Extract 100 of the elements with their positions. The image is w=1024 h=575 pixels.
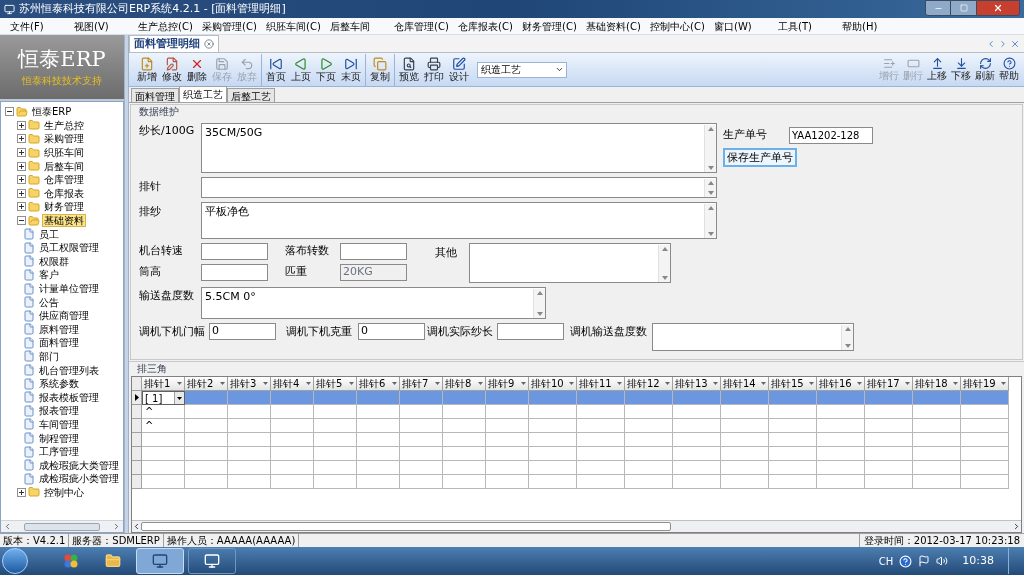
tree-item[interactable]: 计量单位管理	[37, 282, 101, 295]
start-button[interactable]	[2, 548, 28, 574]
clock[interactable]: 10:38	[962, 552, 994, 570]
toolbar-button[interactable]: 修改	[160, 53, 184, 86]
toolbar-button[interactable]: 设计	[447, 53, 471, 86]
tree-item[interactable]: 面料管理	[37, 336, 81, 350]
expand-toggle[interactable]	[17, 175, 26, 185]
scrollbar[interactable]	[841, 325, 853, 350]
column-header[interactable]: 排针2	[185, 377, 228, 391]
input-field[interactable]	[497, 323, 564, 340]
tree-item[interactable]: 制程管理	[37, 431, 81, 445]
tree-item[interactable]: 成检瑕疵大类管理	[37, 458, 121, 472]
text-area[interactable]	[652, 323, 854, 351]
menu-item[interactable]: 生产总控(C)	[134, 18, 196, 34]
toolbar-button[interactable]: 下页	[314, 53, 338, 86]
column-header[interactable]: 排针9	[486, 377, 529, 391]
scrollbar[interactable]	[704, 125, 716, 172]
expand-toggle[interactable]	[17, 148, 26, 158]
toolbar-button[interactable]: 帮助	[998, 53, 1020, 86]
menu-item[interactable]: 控制中心(C)	[646, 18, 708, 34]
text-area[interactable]	[201, 177, 717, 198]
expand-toggle[interactable]	[17, 120, 26, 130]
column-header[interactable]: 排针19	[961, 377, 1009, 391]
close-button[interactable]	[976, 0, 1020, 16]
tree-item[interactable]: 供应商管理	[37, 309, 91, 323]
toolbar-button[interactable]: 打印	[422, 53, 446, 86]
menu-item[interactable]: 帮助(H)	[838, 18, 900, 34]
tree-item[interactable]: 报表模板管理	[37, 390, 101, 404]
tree-item[interactable]: 后整车间	[42, 159, 86, 173]
scroll-left-icon[interactable]	[986, 38, 996, 49]
tree-item[interactable]: 报表管理	[37, 404, 81, 418]
menu-item[interactable]: 文件(F)	[6, 18, 68, 34]
tree-item[interactable]: 公告	[37, 295, 61, 309]
tree-item[interactable]: 织胚车间	[42, 146, 86, 160]
tree-item[interactable]: 客户	[37, 268, 61, 282]
column-header[interactable]: 排针6	[357, 377, 400, 391]
flag-icon[interactable]	[918, 555, 931, 567]
toolbar-button[interactable]: 下移	[950, 53, 972, 86]
column-header[interactable]: 排针15	[769, 377, 817, 391]
toolbar-button[interactable]: 上移	[926, 53, 948, 86]
taskbar-button[interactable]	[188, 548, 236, 574]
horizontal-scrollbar[interactable]	[132, 520, 1021, 532]
tree-item[interactable]: 工序管理	[37, 445, 81, 459]
tree-item[interactable]: 仓库报表	[42, 186, 86, 200]
input-field[interactable]: YAA1202-128	[789, 127, 873, 144]
text-area[interactable]	[469, 243, 671, 283]
speaker-icon[interactable]	[936, 555, 949, 567]
horizontal-scrollbar[interactable]	[1, 520, 123, 532]
column-header[interactable]: 排针5	[314, 377, 357, 391]
expand-toggle[interactable]	[17, 188, 26, 198]
menu-item[interactable]: 后整车间	[326, 18, 388, 34]
scrollbar[interactable]	[533, 289, 545, 318]
tree-item[interactable]: 系统参数	[37, 377, 81, 391]
menu-item[interactable]: 视图(V)	[70, 18, 132, 34]
text-area[interactable]: 35CM/50G	[201, 123, 717, 173]
tree-item[interactable]: 员工权限管理	[37, 241, 101, 255]
toolbar-button[interactable]: 首页	[264, 53, 288, 86]
dropdown[interactable]: 织造工艺	[477, 61, 567, 78]
tree-item[interactable]: 恒泰ERP	[30, 105, 74, 119]
scrollbar[interactable]	[704, 204, 716, 238]
maximize-button[interactable]	[951, 0, 976, 16]
close-icon[interactable]	[1010, 38, 1020, 49]
text-area[interactable]: 平板净色	[201, 202, 717, 239]
column-header[interactable]: 排针14	[721, 377, 769, 391]
menu-item[interactable]: 基础资料(C)	[582, 18, 644, 34]
tab[interactable]: 后整工艺	[227, 88, 275, 102]
input-field[interactable]	[340, 243, 407, 260]
dropdown-button[interactable]	[174, 392, 184, 404]
expand-toggle[interactable]	[17, 161, 26, 171]
language-indicator[interactable]: CH	[878, 553, 894, 569]
menu-item[interactable]: 采购管理(C)	[198, 18, 260, 34]
expand-toggle[interactable]	[17, 134, 26, 144]
tree-item[interactable]: 员工	[37, 227, 61, 241]
column-header[interactable]: 排针1	[142, 377, 185, 391]
tree-item[interactable]: 财务管理	[42, 200, 86, 214]
menu-item[interactable]: 财务管理(C)	[518, 18, 580, 34]
input-field[interactable]: 0	[358, 323, 425, 340]
scroll-right-icon[interactable]	[998, 38, 1008, 49]
toolbar-button[interactable]: 末页	[339, 53, 363, 86]
tab[interactable]: 织造工艺	[179, 86, 227, 102]
column-header[interactable]: 排针18	[913, 377, 961, 391]
document-tab[interactable]: 面料管理明细	[129, 35, 219, 52]
expand-toggle[interactable]	[17, 202, 26, 212]
collapse-toggle[interactable]	[5, 107, 14, 117]
tree-item[interactable]: 基础资料	[42, 214, 86, 228]
menu-item[interactable]: 仓库报表(C)	[454, 18, 516, 34]
column-header[interactable]: 排针11	[577, 377, 625, 391]
tree-item[interactable]: 控制中心	[42, 485, 86, 499]
tree-item[interactable]: 生产总控	[42, 118, 86, 132]
toolbar-button[interactable]: 刷新	[974, 53, 996, 86]
tree-item[interactable]: 权限群	[37, 254, 71, 268]
collapse-toggle[interactable]	[17, 216, 26, 226]
menu-item[interactable]: 织胚车间(C)	[262, 18, 324, 34]
tree-item[interactable]: 车间管理	[37, 417, 81, 431]
save-order-number-button[interactable]: 保存生产单号	[723, 148, 797, 167]
help-icon[interactable]	[899, 554, 913, 568]
column-header[interactable]: 排针4	[271, 377, 314, 391]
column-header[interactable]: 排针7	[400, 377, 443, 391]
tree-item[interactable]: 机台管理列表	[37, 363, 101, 377]
tree-item[interactable]: 部门	[37, 350, 61, 363]
